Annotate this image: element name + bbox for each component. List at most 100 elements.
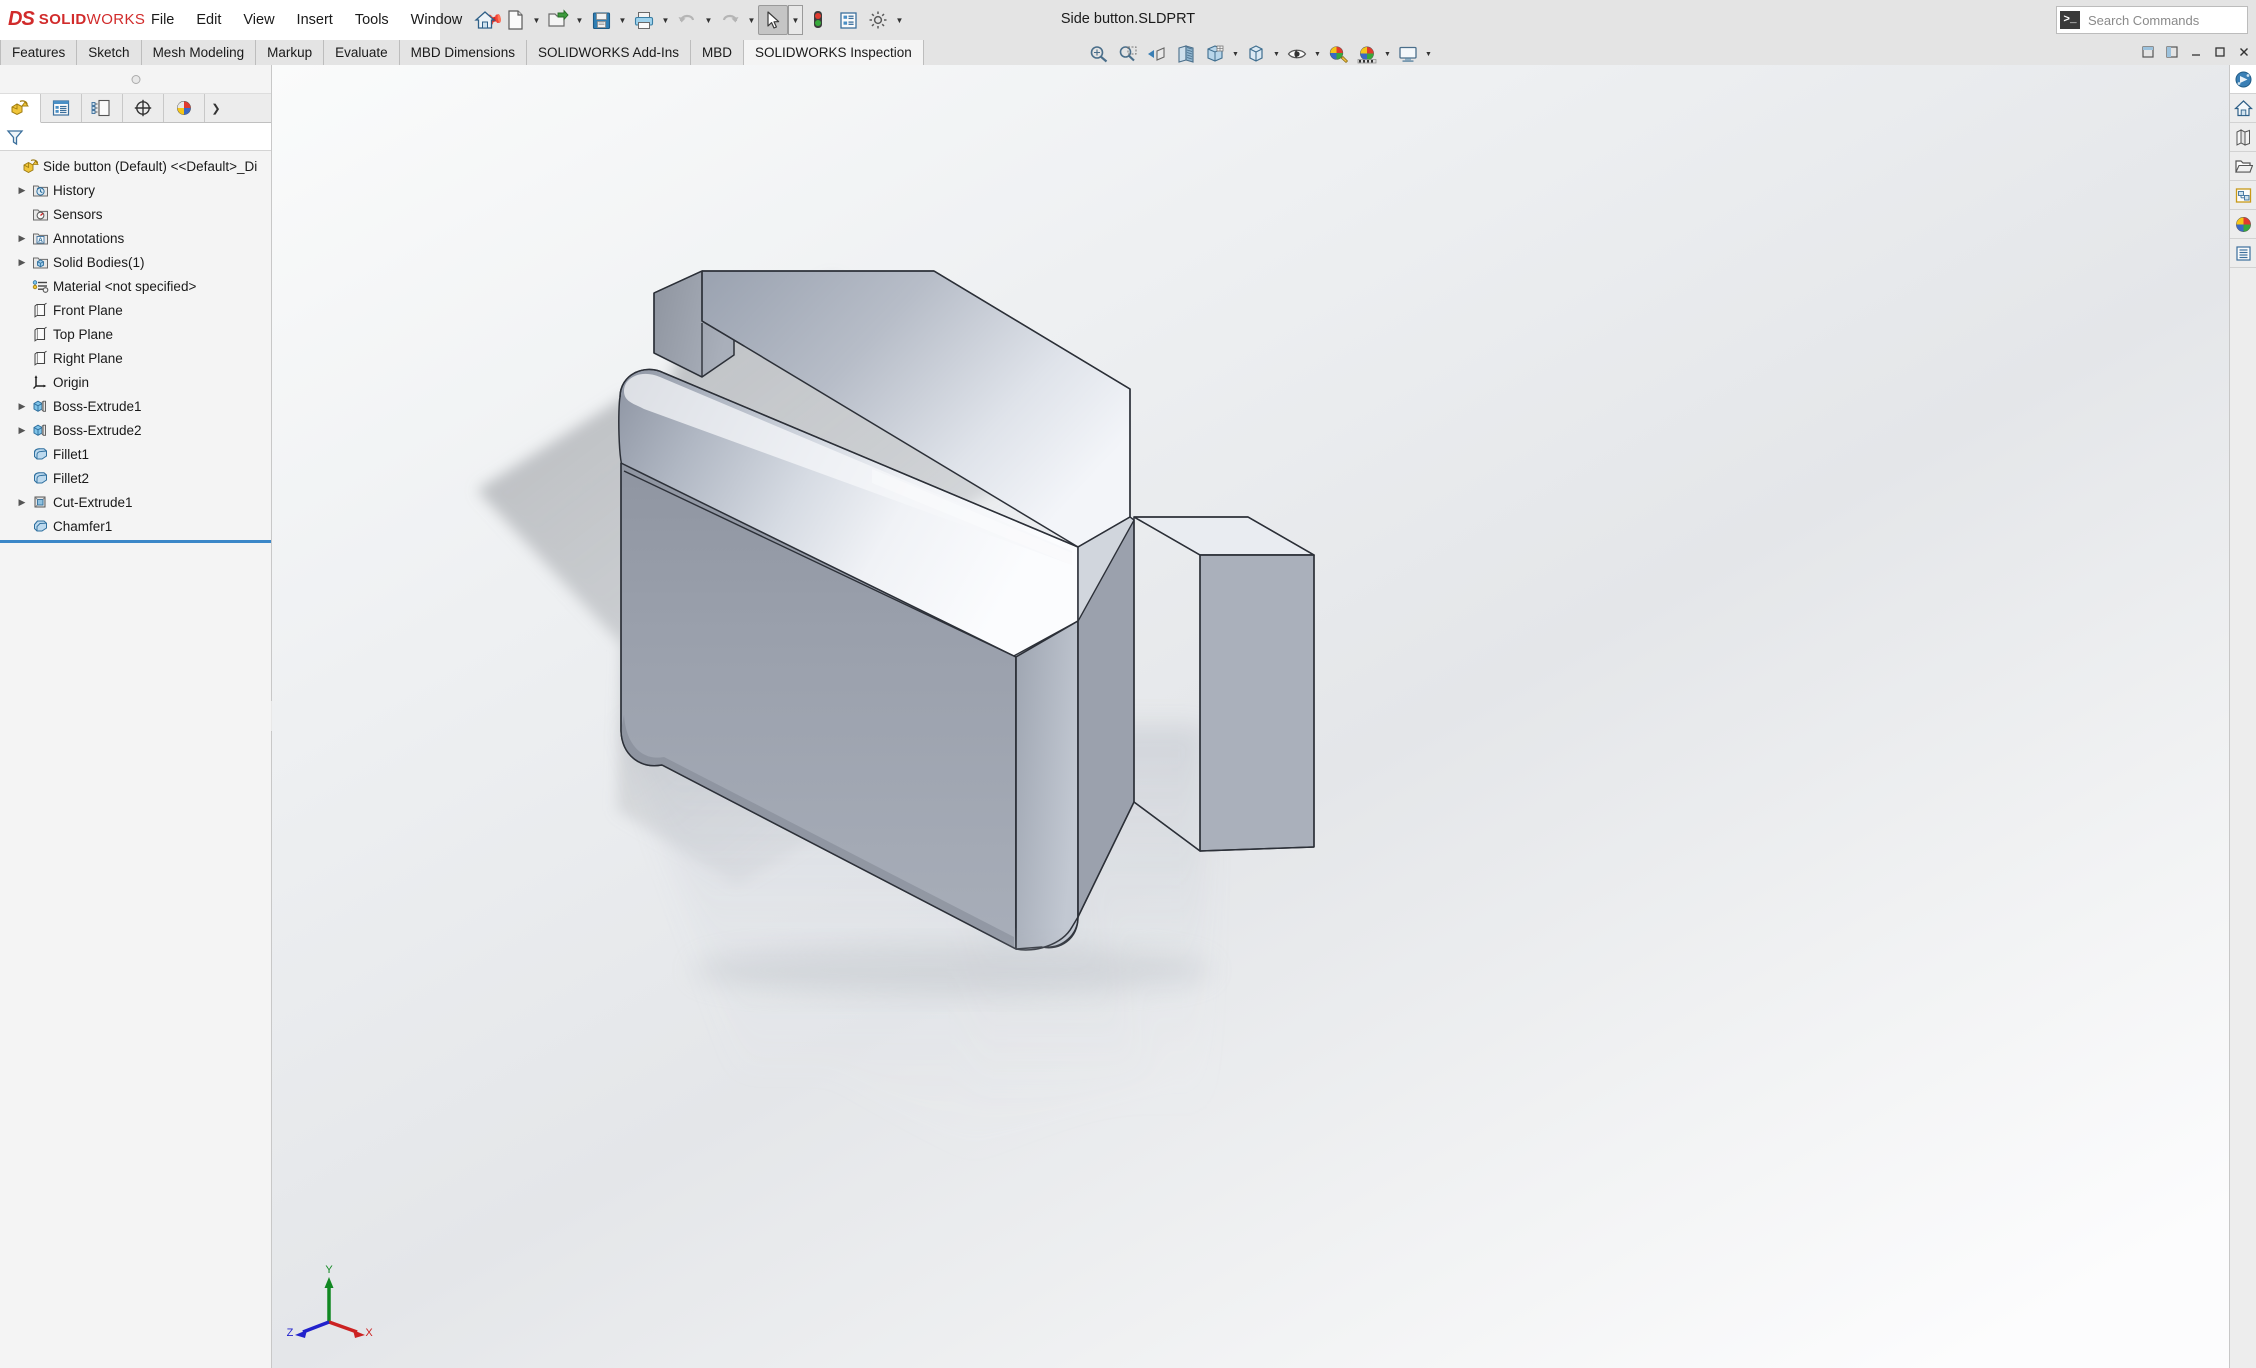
restore-pane-button[interactable] bbox=[2140, 44, 2156, 60]
options-dropdown-icon[interactable]: ▼ bbox=[893, 6, 906, 34]
undo-dropdown-icon[interactable]: ▼ bbox=[702, 6, 715, 34]
task-pane-resources[interactable] bbox=[2230, 65, 2256, 94]
tree-item-label: Side button (Default) <<Default>_Di bbox=[43, 158, 258, 174]
section-view-button[interactable] bbox=[1172, 41, 1200, 67]
tree-item-solid-bodies[interactable]: ▶ Solid Bodies(1) bbox=[0, 250, 271, 274]
tree-item-boss-extrude1[interactable]: ▶ Boss-Extrude1 bbox=[0, 394, 271, 418]
options-gear-icon[interactable] bbox=[863, 5, 893, 35]
new-document-dropdown-icon[interactable]: ▼ bbox=[530, 6, 543, 34]
tree-item-right-plane[interactable]: Right Plane bbox=[0, 346, 271, 370]
menu-file[interactable]: File bbox=[140, 7, 185, 33]
menu-window[interactable]: Window bbox=[400, 7, 474, 33]
display-style-dropdown-icon[interactable]: ▼ bbox=[1271, 42, 1282, 66]
tree-item-label: Origin bbox=[53, 374, 90, 390]
solidworks-logo: DS SOLIDWORKS bbox=[8, 9, 145, 29]
tree-item-chamfer1[interactable]: Chamfer1 bbox=[0, 514, 271, 538]
print-icon[interactable] bbox=[629, 5, 659, 35]
zoom-to-fit-button[interactable] bbox=[1085, 41, 1113, 67]
tree-item-annotations[interactable]: ▶ A Annotations bbox=[0, 226, 271, 250]
redo-icon[interactable] bbox=[715, 5, 745, 35]
task-pane-file-explorer[interactable] bbox=[2230, 123, 2256, 152]
zoom-to-area-button[interactable] bbox=[1114, 41, 1142, 67]
tab-display-manager[interactable] bbox=[164, 94, 205, 122]
previous-view-button[interactable] bbox=[1143, 41, 1171, 67]
tree-item-sensors[interactable]: Sensors bbox=[0, 202, 271, 226]
home-icon[interactable] bbox=[470, 5, 500, 35]
view-settings-dropdown-icon[interactable]: ▼ bbox=[1423, 42, 1434, 66]
tree-item-cut-extrude1[interactable]: ▶ Cut-Extrude1 bbox=[0, 490, 271, 514]
task-pane-custom-properties[interactable] bbox=[2230, 181, 2256, 210]
tab-property-manager[interactable] bbox=[41, 94, 82, 122]
tree-item-fillet2[interactable]: Fillet2 bbox=[0, 466, 271, 490]
task-pane-document-list[interactable] bbox=[2230, 239, 2256, 268]
feature-filter-bar[interactable] bbox=[0, 123, 271, 151]
tree-item-top-plane[interactable]: Top Plane bbox=[0, 322, 271, 346]
panel-grip-handle[interactable] bbox=[131, 75, 140, 84]
view-orientation-button[interactable] bbox=[1201, 41, 1229, 67]
expand-chevron-icon[interactable]: ▶ bbox=[14, 230, 30, 246]
tree-item-history[interactable]: ▶ History bbox=[0, 178, 271, 202]
expand-chevron-icon[interactable]: ▶ bbox=[14, 494, 30, 510]
hide-show-items-button[interactable] bbox=[1283, 41, 1311, 67]
open-folder-icon[interactable] bbox=[543, 5, 573, 35]
tree-item-fillet1[interactable]: Fillet1 bbox=[0, 442, 271, 466]
apply-scene-button[interactable] bbox=[1353, 41, 1381, 67]
menu-edit[interactable]: Edit bbox=[185, 7, 232, 33]
expand-pane-button[interactable] bbox=[2164, 44, 2180, 60]
tab-feature-manager[interactable] bbox=[0, 94, 41, 123]
chevron-right-icon[interactable]: ❯ bbox=[205, 94, 227, 122]
menu-insert[interactable]: Insert bbox=[286, 7, 344, 33]
select-arrow-icon[interactable] bbox=[758, 5, 788, 35]
close-button[interactable] bbox=[2236, 44, 2252, 60]
apply-scene-dropdown-icon[interactable]: ▼ bbox=[1382, 42, 1393, 66]
save-dropdown-icon[interactable]: ▼ bbox=[616, 6, 629, 34]
minimize-button[interactable] bbox=[2188, 44, 2204, 60]
expand-chevron-icon[interactable]: ▶ bbox=[14, 422, 30, 438]
task-pane-appearances[interactable] bbox=[2230, 210, 2256, 239]
tab-configuration-manager[interactable] bbox=[82, 94, 123, 122]
menu-view[interactable]: View bbox=[232, 7, 285, 33]
tree-item-front-plane[interactable]: Front Plane bbox=[0, 298, 271, 322]
expand-chevron-icon[interactable]: ▶ bbox=[14, 182, 30, 198]
save-floppy-icon[interactable] bbox=[586, 5, 616, 35]
tab-features[interactable]: Features bbox=[0, 40, 78, 65]
display-style-button[interactable] bbox=[1242, 41, 1270, 67]
tree-item-origin[interactable]: Origin bbox=[0, 370, 271, 394]
view-settings-button[interactable] bbox=[1394, 41, 1422, 67]
tab-solidworks-inspection[interactable]: SOLIDWORKS Inspection bbox=[744, 40, 924, 65]
view-orientation-dropdown-icon[interactable]: ▼ bbox=[1230, 42, 1241, 66]
maximize-button[interactable] bbox=[2212, 44, 2228, 60]
tab-mesh-modeling[interactable]: Mesh Modeling bbox=[141, 40, 257, 65]
tab-sketch[interactable]: Sketch bbox=[77, 40, 142, 65]
edit-appearance-button[interactable] bbox=[1324, 41, 1352, 67]
tab-mbd[interactable]: MBD bbox=[691, 40, 744, 65]
tree-item-label: History bbox=[53, 182, 96, 198]
undo-icon[interactable] bbox=[672, 5, 702, 35]
tree-item-boss-extrude2[interactable]: ▶ Boss-Extrude2 bbox=[0, 418, 271, 442]
task-pane-view-palette[interactable] bbox=[2230, 152, 2256, 181]
menu-tools[interactable]: Tools bbox=[344, 7, 400, 33]
triad-z-label: Z bbox=[287, 1327, 294, 1339]
hide-show-items-dropdown-icon[interactable]: ▼ bbox=[1312, 42, 1323, 66]
expand-chevron-icon[interactable]: ▶ bbox=[14, 254, 30, 270]
tree-item-material[interactable]: Material <not specified> bbox=[0, 274, 271, 298]
tab-evaluate[interactable]: Evaluate bbox=[324, 40, 400, 65]
file-properties-icon[interactable] bbox=[833, 5, 863, 35]
new-document-icon[interactable] bbox=[500, 5, 530, 35]
tree-item-label: Boss-Extrude2 bbox=[53, 422, 142, 438]
open-dropdown-icon[interactable]: ▼ bbox=[573, 6, 586, 34]
redo-dropdown-icon[interactable]: ▼ bbox=[745, 6, 758, 34]
tab-solidworks-add-ins[interactable]: SOLIDWORKS Add-Ins bbox=[526, 40, 691, 65]
search-commands-box[interactable]: >_ Search Commands bbox=[2056, 6, 2248, 34]
task-pane-design-library[interactable] bbox=[2230, 94, 2256, 123]
tree-item-part-root[interactable]: Side button (Default) <<Default>_Di bbox=[0, 154, 271, 178]
tab-mbd-dimensions[interactable]: MBD Dimensions bbox=[399, 40, 527, 65]
tab-dimxpert-manager[interactable] bbox=[123, 94, 164, 122]
graphics-area[interactable]: Y X Z bbox=[272, 65, 2256, 1368]
select-dropdown-icon[interactable]: ▼ bbox=[788, 5, 803, 35]
tab-markup[interactable]: Markup bbox=[256, 40, 325, 65]
rebuild-traffic-light-icon[interactable] bbox=[803, 5, 833, 35]
print-dropdown-icon[interactable]: ▼ bbox=[659, 6, 672, 34]
expand-chevron-icon[interactable]: ▶ bbox=[14, 398, 30, 414]
